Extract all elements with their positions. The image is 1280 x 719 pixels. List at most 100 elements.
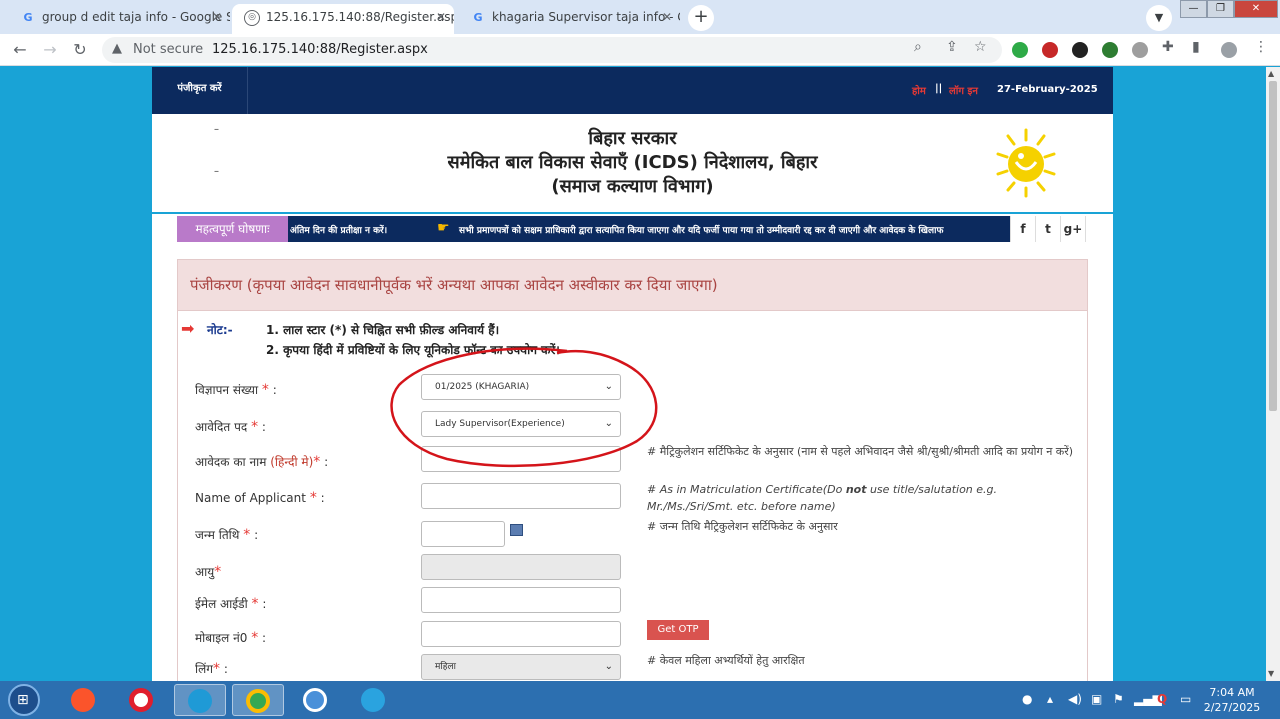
tab-group-d-edit[interactable]: G group d edit taja info - Google S ✕ — [8, 4, 230, 34]
nav-login-link[interactable]: लॉग इन — [949, 83, 978, 97]
chromium-app[interactable] — [290, 684, 342, 716]
close-window-icon[interactable]: ✕ — [1234, 0, 1278, 18]
announcement-label: महत्वपूर्ण घोषणाः — [177, 216, 288, 242]
share-icon[interactable]: ⇪ — [946, 39, 958, 55]
opera-icon — [129, 688, 153, 712]
google-icon: G — [473, 11, 483, 24]
email-label: ईमेल आईडी * : — [195, 596, 267, 612]
mobile-input[interactable] — [421, 621, 621, 647]
battery-icon[interactable]: ▭ — [1180, 692, 1191, 706]
not-secure-label[interactable]: Not secure — [133, 42, 203, 57]
zoom-icon[interactable]: ⌕ — [914, 39, 922, 55]
current-date: 27-February-2025 — [997, 84, 1098, 95]
dob-hint: # जन्म तिथि मैट्रिकुलेशन सर्टिफिकेट के अ… — [647, 520, 838, 533]
browser-toolbar: ← → ↻ ▲ Not secure 125.16.175.140:88/Reg… — [0, 34, 1280, 66]
note-item: 1. लाल स्टार (*) से चिह्नित सभी फ़ील्ड अ… — [266, 323, 500, 337]
chrome-app[interactable] — [232, 684, 284, 716]
header-title-icds: समेकित बाल विकास सेवाएँ (ICDS) निदेशालय,… — [447, 152, 818, 173]
opera-app[interactable] — [116, 684, 168, 716]
gender-hint: # केवल महिला अभ्यर्थियों हेतु आरक्षित — [647, 654, 805, 667]
header-title-govt: बिहार सरकार — [588, 128, 677, 149]
tab-khagaria-supervisor[interactable]: G khagaria Supervisor taja info - G ✕ — [458, 4, 680, 34]
shield-extension-icon[interactable] — [1012, 42, 1028, 58]
scroll-up-icon[interactable]: ▲ — [1268, 69, 1274, 78]
advt-label: विज्ञापन संख्या * : — [195, 382, 277, 398]
start-button[interactable]: ⊞ — [8, 684, 40, 716]
extension-green-icon[interactable] — [1102, 42, 1118, 58]
system-clock[interactable]: 7:04 AM 2/27/2025 — [1203, 685, 1261, 715]
profile-avatar-icon[interactable] — [1221, 42, 1237, 58]
telegram-icon — [361, 688, 385, 712]
note-label: नोट:- — [207, 323, 233, 337]
puzzle-icon[interactable]: ✚ — [1162, 39, 1174, 55]
new-tab-button[interactable]: + — [688, 5, 714, 31]
tray-app-icon[interactable]: ▣ — [1091, 692, 1102, 706]
panel-heading: पंजीकरण (कृपया आवेदन सावधानीपूर्वक भरें … — [178, 260, 1087, 311]
header-title-dept: (समाज कल्याण विभाग) — [551, 176, 714, 197]
tab-search-button[interactable]: ▼ — [1146, 5, 1172, 31]
sidepanel-icon[interactable]: ▮ — [1192, 39, 1200, 55]
restore-icon[interactable]: ❐ — [1207, 0, 1234, 18]
red-circle-annotation — [390, 347, 658, 468]
telegram-app[interactable] — [348, 684, 400, 716]
dob-input[interactable] — [421, 521, 505, 547]
name-hindi-label: आवेदक का नाम (हिन्दी मे)* : — [195, 454, 329, 470]
calendar-icon[interactable] — [510, 524, 523, 536]
gender-label: लिंग* : — [195, 661, 228, 677]
google-icon: G — [23, 11, 33, 24]
arrow-right-icon: ➡ — [181, 319, 195, 338]
extension-dark-icon[interactable] — [1072, 42, 1088, 58]
volume-icon[interactable]: ◀) — [1068, 692, 1082, 706]
mobile-label: मोबाइल नं0 * : — [195, 630, 267, 646]
forward-icon[interactable]: → — [40, 40, 60, 60]
tray-app-icon[interactable]: ● — [1022, 692, 1032, 706]
name-english-hint: # As in Matriculation Certificate(Do not… — [647, 483, 998, 513]
extension-grey-icon[interactable] — [1132, 42, 1148, 58]
page-scrollbar[interactable]: ▲ ▼ — [1266, 67, 1280, 681]
browser-tab-strip: G group d edit taja info - Google S ✕ ◎ … — [0, 0, 1280, 34]
scrollbar-thumb[interactable] — [1269, 81, 1277, 411]
age-input — [421, 554, 621, 580]
scroll-down-icon[interactable]: ▼ — [1268, 669, 1274, 678]
tab-register[interactable]: ◎ 125.16.175.140:88/Register.aspx ✕ — [232, 4, 454, 34]
twitter-icon[interactable]: t — [1035, 216, 1060, 242]
extension-red-icon[interactable] — [1042, 42, 1058, 58]
chevron-down-icon: ⌄ — [604, 661, 613, 672]
mail-icon[interactable]: ✉ — [1085, 216, 1087, 242]
brave-app[interactable] — [58, 684, 110, 716]
tray-q-icon[interactable]: Q — [1157, 692, 1167, 706]
address-bar[interactable]: ▲ Not secure 125.16.175.140:88/Register.… — [102, 37, 1002, 63]
google-plus-icon[interactable]: g+ — [1060, 216, 1085, 242]
show-hidden-icon[interactable]: ▴ — [1047, 692, 1053, 706]
page-viewport: पंजीकृत करें होम || लॉग इन 27-February-2… — [0, 67, 1266, 681]
name-hindi-hint: # मैट्रिकुलेशन सर्टिफिकेट के अनुसार (नाम… — [647, 445, 1074, 458]
kebab-menu-icon[interactable]: ⋮ — [1254, 39, 1268, 55]
edge-app[interactable] — [174, 684, 226, 716]
facebook-icon[interactable]: f — [1010, 216, 1035, 242]
email-input[interactable] — [421, 587, 621, 613]
close-icon[interactable]: ✕ — [436, 4, 446, 30]
brave-icon — [71, 688, 95, 712]
url-text[interactable]: 125.16.175.140:88/Register.aspx — [212, 42, 428, 57]
warning-icon[interactable]: ▲ — [112, 41, 122, 56]
gender-select[interactable]: महिला ⌄ — [421, 654, 621, 680]
close-icon[interactable]: ✕ — [212, 4, 222, 30]
name-english-label: Name of Applicant * : — [195, 490, 325, 506]
get-otp-button[interactable]: Get OTP — [647, 620, 709, 640]
site-header: – – बिहार सरकार समेकित बाल विकास सेवाएँ … — [152, 114, 1113, 214]
close-icon[interactable]: ✕ — [662, 4, 672, 30]
name-english-input[interactable] — [421, 483, 621, 509]
minimize-icon[interactable]: — — [1180, 0, 1207, 18]
bookmark-star-icon[interactable]: ☆ — [974, 39, 987, 55]
nav-home-link[interactable]: होम — [912, 83, 926, 97]
nav-register-link[interactable]: पंजीकृत करें — [152, 67, 248, 114]
announcement-ticker: महत्वपूर्ण घोषणाः अंतिम दिन की प्रतीक्षा… — [177, 216, 1087, 242]
reload-icon[interactable]: ↻ — [70, 40, 90, 60]
back-icon[interactable]: ← — [10, 40, 30, 60]
chrome-icon — [246, 689, 270, 713]
flag-icon[interactable]: ⚑ — [1113, 692, 1124, 706]
globe-icon: ◎ — [244, 10, 260, 26]
chromium-icon — [303, 688, 327, 712]
social-links: f t g+ ✉ — [1010, 216, 1087, 242]
announcement-text: सभी प्रमाणपत्रों को सक्षम प्राधिकारी द्व… — [459, 226, 944, 236]
